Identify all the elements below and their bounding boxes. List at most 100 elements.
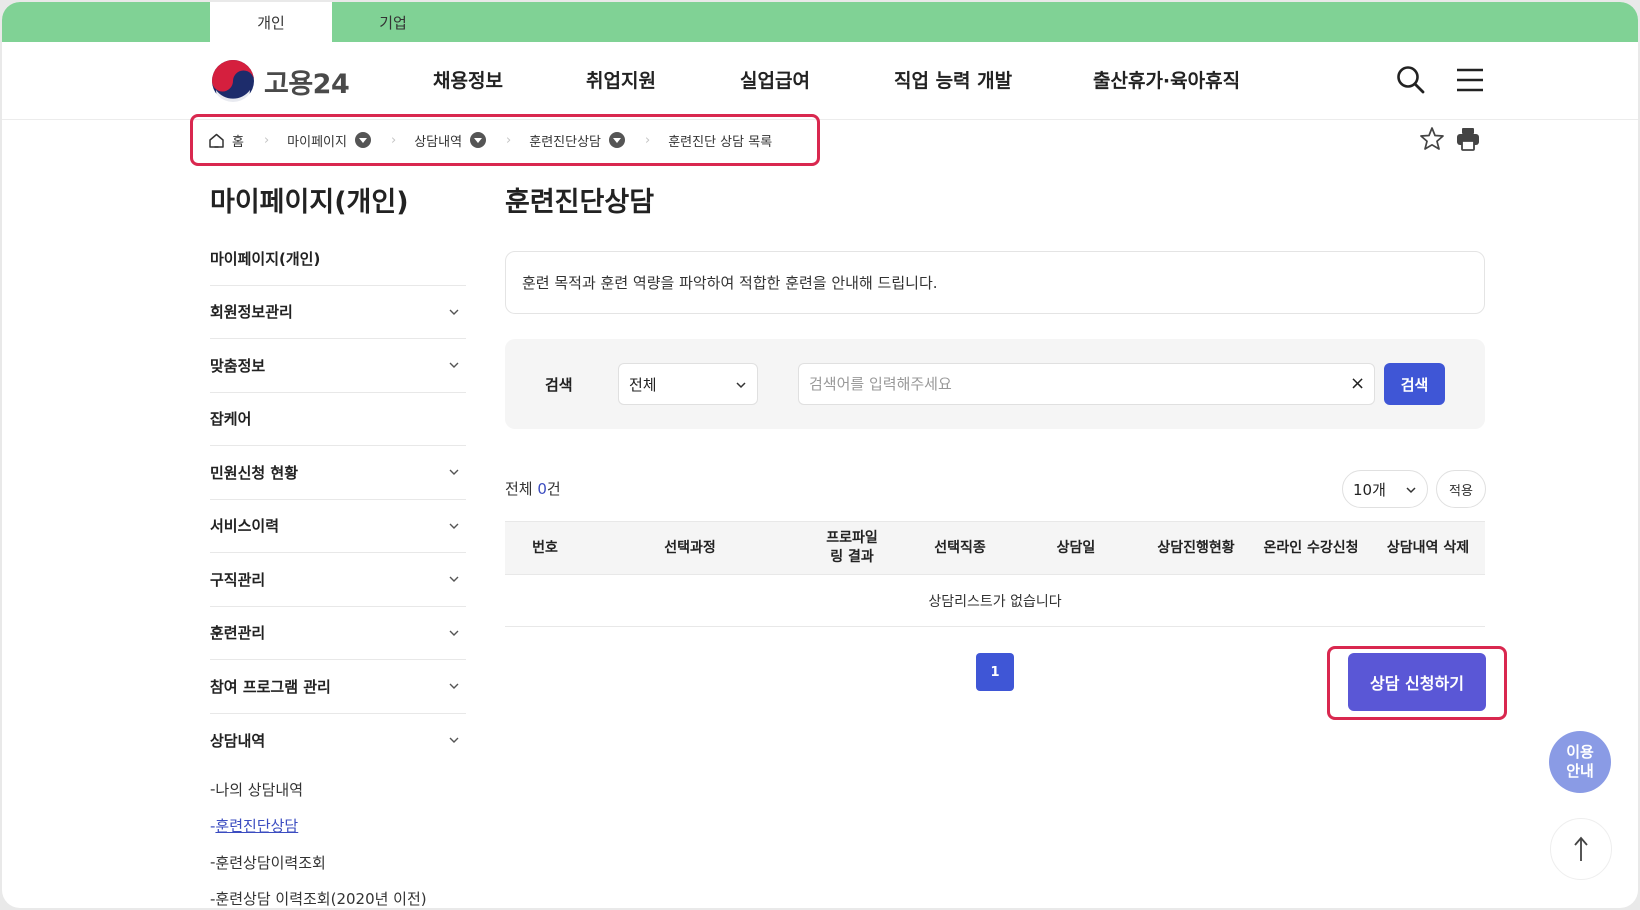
result-count: 전체 0건 [505, 478, 561, 499]
chevron-down-icon [449, 737, 459, 744]
chevron-down-icon [449, 630, 459, 636]
sidebar-item-label: 맞춤정보 [210, 356, 266, 375]
gnb-job-info[interactable]: 채용정보 [433, 66, 503, 93]
breadcrumb-home[interactable]: 홈 [208, 131, 244, 150]
chevron-down-icon [449, 523, 459, 529]
search-type-value: 전체 [629, 375, 657, 394]
sidebar-item-label: 회원정보관리 [210, 303, 293, 322]
breadcrumb-consult-history[interactable]: 상담내역 [414, 131, 487, 150]
sidebar-subitem-old-consult-history[interactable]: - 훈련상담 이력조회(2020년 이전) [210, 881, 466, 908]
chevron-down-icon [449, 362, 459, 369]
sidebar-item-jobcare[interactable]: 잡케어 [210, 393, 466, 446]
table-header: 번호 선택과정 프로파일링 결과 선택직종 상담일 상담진행현황 온라인 수강신… [505, 521, 1485, 575]
gnb-parental-leave[interactable]: 출산휴가·육아휴직 [1093, 66, 1240, 93]
pagination-page-current[interactable]: 1 [976, 653, 1014, 691]
arrow-up-icon [1574, 836, 1588, 861]
gnb-employment-support[interactable]: 취업지원 [586, 66, 656, 93]
sidebar-item-consult-history[interactable]: 상담내역 [210, 714, 466, 768]
description-text: 훈련 목적과 훈련 역량을 파악하여 적합한 훈련을 안내해 드립니다. [522, 274, 938, 292]
breadcrumb-current-label: 훈련진단 상담 목록 [668, 134, 773, 150]
column-header: 상담진행현황 [1157, 539, 1235, 556]
chevron-right-icon: › [263, 132, 270, 148]
sidebar-item-label: 민원신청 현황 [210, 463, 299, 482]
chevron-right-icon: › [506, 132, 512, 148]
taegeuk-logo-icon [212, 60, 254, 104]
table-row: 상담리스트가 없습니다 [505, 575, 1485, 627]
sidebar-item-training[interactable]: 훈련관리 [210, 607, 466, 660]
breadcrumb: 홈 › 마이페이지 › 상담내역 › 훈련진단상담 › 훈련진단 상담 목록 [208, 128, 772, 152]
page-frame: 개인 기업 고용24 채용정보 취업지원 실업급여 직업 능력 개발 출산휴가·… [2, 2, 1638, 908]
search-button[interactable]: 검색 [1384, 363, 1445, 405]
apply-button[interactable]: 적용 [1436, 470, 1486, 508]
menu-icon[interactable] [1454, 64, 1486, 96]
sidebar-item-label: 잡케어 [210, 410, 252, 429]
sidebar-subitem-training-consult-history[interactable]: - 훈련상담이력조회 [210, 844, 466, 881]
search-area: 검색 전체 × 검색 [505, 339, 1485, 429]
search-label: 검색 [545, 376, 573, 394]
sidebar-submenu: - 나의 상담내역 - 훈련진단상담 - 훈련상담이력조회 - 훈련상담 이력조회(20… [210, 771, 466, 908]
sidebar-item-civil-status[interactable]: 민원신청 현황 [210, 446, 466, 500]
tab-personal[interactable]: 개인 [210, 2, 332, 42]
clear-icon[interactable]: × [1350, 374, 1365, 394]
chevron-down-icon [736, 382, 746, 389]
column-header: 번호 [532, 539, 558, 556]
chevron-down-icon [449, 469, 459, 476]
search-input[interactable] [798, 363, 1375, 405]
site-header: 고용24 채용정보 취업지원 실업급여 직업 능력 개발 출산휴가·육아휴직 [2, 42, 1638, 120]
sidebar-item-service-history[interactable]: 서비스이력 [210, 500, 466, 553]
breadcrumb-consult-history-label: 상담내역 [414, 134, 463, 150]
breadcrumb-training-diagnosis-label: 훈련진단상담 [529, 134, 601, 150]
result-count-suffix: 건 [546, 480, 561, 498]
gnb-vocational-training[interactable]: 직업 능력 개발 [894, 66, 1012, 93]
print-icon[interactable] [1454, 125, 1482, 153]
chevron-down-icon [449, 576, 459, 583]
sidebar-item-program[interactable]: 참여 프로그램 관리 [210, 660, 466, 714]
sidebar-item-label: 참여 프로그램 관리 [210, 677, 331, 696]
breadcrumb-mypage-label: 마이페이지 [287, 134, 347, 150]
sidebar-item-label: 구직관리 [210, 570, 266, 589]
sidebar-subitem-my-consult[interactable]: - 나의 상담내역 [210, 771, 466, 808]
sidebar-subitem-label: 훈련상담이력조회 [215, 853, 326, 872]
sidebar-item-custom-info[interactable]: 맞춤정보 [210, 339, 466, 393]
sidebar-subitem-label: 훈련진단상담 [215, 817, 299, 836]
breadcrumb-training-diagnosis[interactable]: 훈련진단상담 [529, 131, 625, 150]
chevron-down-icon [1406, 487, 1416, 494]
logo-text: 고용24 [264, 68, 350, 100]
sidebar-subitem-training-diagnosis[interactable]: - 훈련진단상담 [210, 808, 466, 845]
chevron-down-icon [449, 309, 459, 315]
breadcrumb-mypage[interactable]: 마이페이지 [287, 131, 371, 150]
dropdown-circle-icon[interactable] [470, 132, 487, 148]
star-icon[interactable] [1418, 125, 1446, 153]
sidebar-item-job-seeking[interactable]: 구직관리 [210, 553, 466, 607]
usage-guide-button[interactable]: 이용 안내 [1549, 731, 1611, 793]
column-header: 상담일 [1056, 539, 1096, 556]
gnb-unemployment-benefits[interactable]: 실업급여 [740, 66, 810, 93]
top-strip: 개인 기업 [2, 2, 1638, 42]
consult-table: 번호 선택과정 프로파일링 결과 선택직종 상담일 상담진행현황 온라인 수강신… [505, 521, 1485, 627]
column-header: 프로파일링 결과 [826, 530, 878, 565]
sidebar-subitem-label: 훈련상담 이력조회(2020년 이전) [215, 890, 427, 908]
column-header: 상담내역 삭제 [1386, 539, 1470, 556]
sidebar-item-label: 상담내역 [210, 731, 266, 750]
dropdown-circle-icon[interactable] [354, 132, 371, 148]
sidebar-item-label: 마이페이지(개인) [210, 249, 321, 268]
column-header: 선택직종 [934, 539, 986, 556]
search-type-select[interactable]: 전체 [618, 363, 758, 405]
search-icon[interactable] [1395, 64, 1427, 96]
sidebar-item-member-info[interactable]: 회원정보관리 [210, 286, 466, 339]
tab-business[interactable]: 기업 [332, 2, 454, 42]
scroll-top-button[interactable] [1550, 818, 1612, 880]
site-logo[interactable]: 고용24 [210, 58, 350, 104]
sidebar-item-mypage[interactable]: 마이페이지(개인) [210, 232, 466, 286]
column-header: 온라인 수강신청 [1263, 539, 1359, 556]
page-title: 훈련진단상담 [505, 187, 655, 218]
result-count-prefix: 전체 [505, 480, 538, 498]
consult-apply-button[interactable]: 상담 신청하기 [1348, 653, 1486, 711]
per-page-select[interactable]: 10개 [1342, 470, 1428, 508]
usage-guide-line2: 안내 [1566, 762, 1594, 780]
empty-message: 상담리스트가 없습니다 [928, 593, 1062, 610]
usage-guide-line1: 이용 [1566, 743, 1594, 761]
dropdown-circle-icon[interactable] [609, 132, 625, 148]
breadcrumb-current: 훈련진단 상담 목록 [668, 131, 772, 150]
description-box: 훈련 목적과 훈련 역량을 파악하여 적합한 훈련을 안내해 드립니다. [505, 251, 1485, 314]
